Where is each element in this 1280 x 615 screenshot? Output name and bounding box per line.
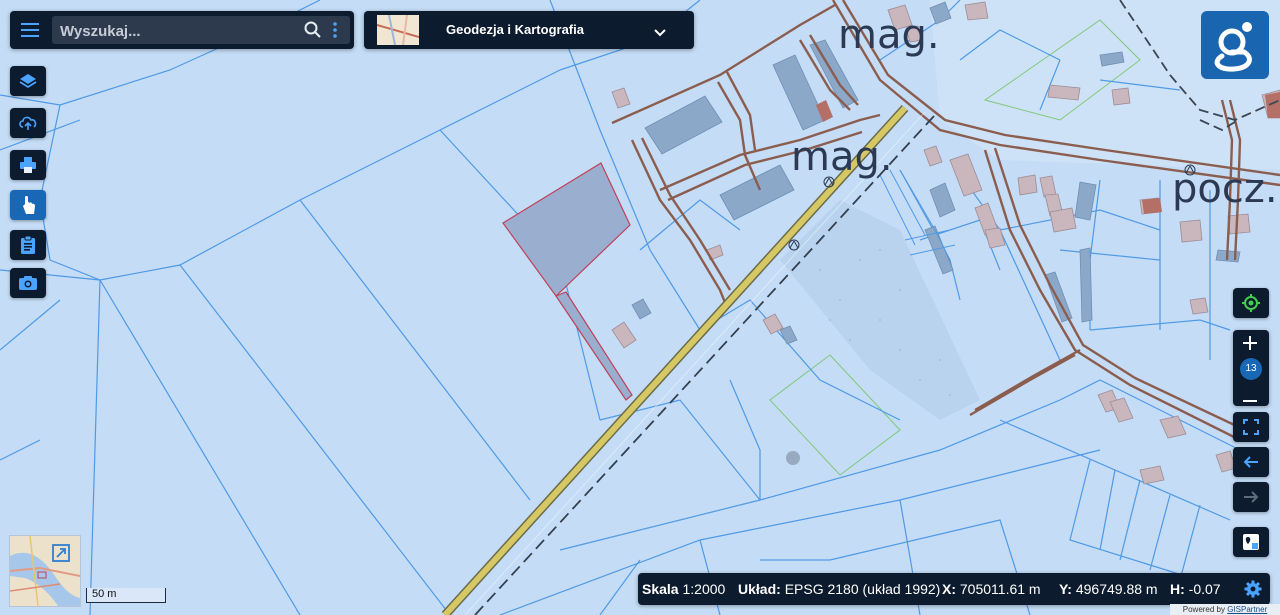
- scale-bar-label: 50 m: [92, 588, 117, 600]
- search-icon: [304, 21, 321, 38]
- locate-icon: [1242, 294, 1260, 312]
- scale-value: 1:2000: [682, 581, 726, 597]
- settings-button[interactable]: [1244, 580, 1262, 601]
- camera-button[interactable]: [10, 268, 46, 298]
- menu-button[interactable]: [12, 15, 48, 45]
- overview-minimap[interactable]: [9, 535, 81, 607]
- search-button[interactable]: [304, 21, 322, 44]
- cloud-button[interactable]: [10, 108, 46, 138]
- coordinates-status-bar: Skala 1:2000 Układ: EPSG 2180 (układ 199…: [638, 573, 1270, 605]
- cloud-icon: [19, 116, 37, 130]
- locate-button[interactable]: [1233, 288, 1269, 318]
- fullscreen-button[interactable]: [1233, 412, 1269, 442]
- arrow-left-icon: [1243, 456, 1258, 468]
- scale-bar: 50 m: [86, 588, 166, 603]
- y-label: Y:: [1059, 581, 1072, 597]
- fullscreen-icon: [1243, 419, 1259, 435]
- powered-by: Powered by GISPartner: [1170, 604, 1280, 615]
- search-box: [52, 16, 350, 44]
- print-button[interactable]: [10, 150, 46, 180]
- map-pin-button[interactable]: [1233, 527, 1269, 557]
- map-label-pocz: pocz.: [1172, 166, 1278, 212]
- touch-button[interactable]: [10, 190, 46, 220]
- more-icon: [333, 22, 337, 38]
- search-input[interactable]: [58, 20, 292, 42]
- print-icon: [20, 157, 36, 173]
- clipboard-button[interactable]: [10, 230, 46, 260]
- layer-thumbnail: [377, 15, 419, 45]
- map-label-mag-1: mag.: [838, 12, 940, 58]
- coordinate-system-value[interactable]: EPSG 2180 (układ 1992): [785, 581, 941, 597]
- clipboard-icon: [21, 235, 35, 254]
- chevron-down-icon: [654, 29, 666, 37]
- expand-icon: [52, 544, 70, 562]
- expand-minimap-button[interactable]: [52, 544, 70, 567]
- touch-icon: [23, 196, 35, 214]
- logo-g-icon: [1214, 22, 1252, 72]
- map-canvas[interactable]: mag. mag. pocz.: [0, 0, 1280, 615]
- map-label-mag-2: mag.: [791, 134, 893, 180]
- y-coordinate-value: 496749.88 m: [1075, 581, 1158, 597]
- powered-by-prefix: Powered by: [1182, 605, 1228, 614]
- forward-button[interactable]: [1233, 482, 1269, 512]
- x-label: X:: [942, 581, 956, 597]
- app-logo[interactable]: [1201, 11, 1269, 79]
- h-label: H:: [1170, 581, 1185, 597]
- zoom-level-indicator: 13: [1240, 358, 1262, 380]
- more-options-button[interactable]: [332, 21, 338, 44]
- powered-by-link[interactable]: GISPartner: [1227, 605, 1267, 614]
- layer-selector-title: Geodezja i Kartografia: [446, 22, 584, 37]
- search-panel: [10, 11, 354, 49]
- settings-icon: [1244, 580, 1262, 598]
- menu-icon: [21, 23, 39, 37]
- height-value: -0.07: [1188, 581, 1221, 597]
- layers-button[interactable]: [10, 66, 46, 96]
- minus-icon: [1243, 400, 1257, 402]
- map-pin-icon: [1243, 534, 1259, 550]
- zoom-control: 13: [1233, 330, 1269, 406]
- zoom-out-button[interactable]: [1243, 390, 1257, 408]
- x-coordinate-value: 705011.61 m: [959, 581, 1041, 597]
- coordinate-system-label: Układ:: [738, 581, 781, 597]
- layer-selector[interactable]: Geodezja i Kartografia: [364, 11, 694, 49]
- camera-icon: [19, 276, 37, 290]
- arrow-right-icon: [1244, 491, 1259, 503]
- plus-icon: [1243, 336, 1257, 350]
- layer-selector-toggle[interactable]: [654, 24, 666, 42]
- layers-icon: [19, 74, 37, 89]
- zoom-in-button[interactable]: [1243, 336, 1257, 355]
- scale-label: Skala: [642, 581, 679, 597]
- back-button[interactable]: [1233, 447, 1269, 477]
